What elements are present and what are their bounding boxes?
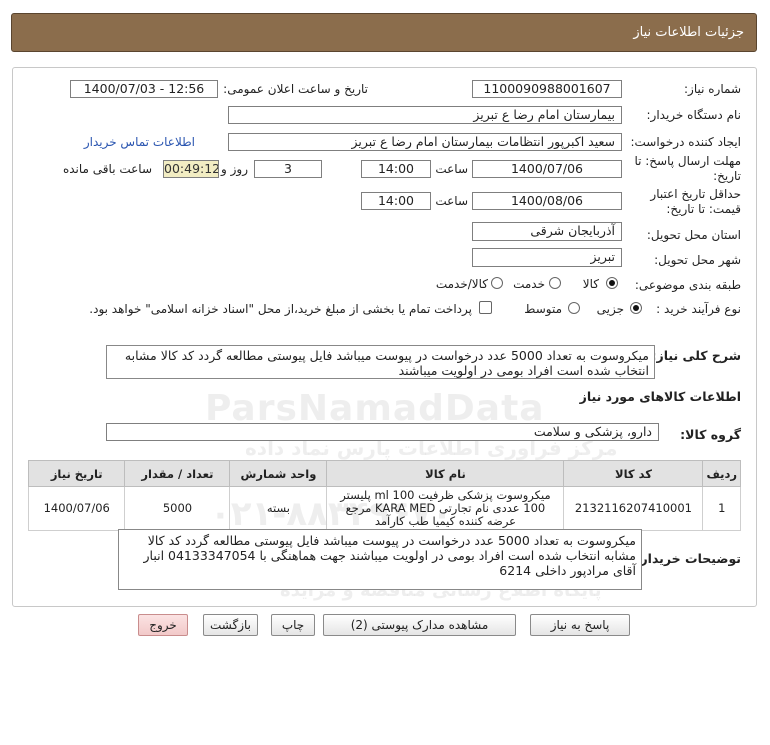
view-attachments-button[interactable]: مشاهده مدارک پیوستی (2) <box>323 614 516 636</box>
back-button[interactable]: بازگشت <box>203 614 258 636</box>
goods-table: ردیف کد کالا نام کالا واحد شمارش تعداد /… <box>27 460 741 531</box>
buyer-org-label: نام دستگاه خریدار: <box>646 108 742 122</box>
price-validity-label: حداقل تاریخ اعتبار قیمت: تا تاریخ: <box>650 187 741 216</box>
buyer-org-field: بیمارستان امام رضا ع تبریز <box>228 106 622 124</box>
need-number-field: 1100090988001607 <box>472 80 622 98</box>
delivery-province-label: استان محل تحویل: <box>646 228 741 242</box>
category-goods-label: کالا <box>582 277 599 291</box>
col-date: تاریخ نیاز <box>27 460 126 487</box>
purchase-radio-minor[interactable] <box>630 302 642 314</box>
announce-datetime-label: تاریخ و ساعت اعلان عمومی: <box>223 82 368 96</box>
category-radio-goods-service[interactable] <box>491 277 503 289</box>
category-goods-service-label: کالا/خدمت <box>435 277 488 291</box>
category-radio-service[interactable] <box>549 277 561 289</box>
reply-button[interactable]: پاسخ به نیاز <box>530 614 630 636</box>
category-service-label: خدمت <box>513 277 545 291</box>
buyer-contact-link[interactable]: اطلاعات تماس خریدار <box>84 135 195 149</box>
cell-date: 1400/07/06 <box>27 486 126 531</box>
announce-datetime-field: 1400/07/03 - 12:56 <box>70 80 218 98</box>
requester-label: ایجاد کننده درخواست: <box>630 135 741 149</box>
page-header: جزئیات اطلاعات نیاز <box>11 13 757 52</box>
col-qty: تعداد / مقدار <box>124 460 231 487</box>
purchase-medium-label: متوسط <box>524 302 562 316</box>
buyer-notes-box: میکروسوت به تعداد 5000 عدد درخواست در پی… <box>118 529 642 590</box>
general-description-label: شرح کلی نیاز: <box>651 348 741 363</box>
category-radio-goods[interactable] <box>606 277 618 289</box>
reply-date-field: 1400/07/06 <box>472 160 622 178</box>
col-name: نام کالا <box>326 460 565 487</box>
reply-time-label: ساعت <box>435 162 468 176</box>
treasury-note: پرداخت تمام یا بخشی از مبلغ خرید،از محل … <box>89 302 472 316</box>
col-unit: واحد شمارش <box>229 460 328 487</box>
col-index: ردیف <box>702 460 741 487</box>
delivery-city-label: شهر محل تحویل: <box>654 253 741 267</box>
buyer-notes-label: توضیحات خریدار: <box>635 551 741 566</box>
cell-name: میکروسوت پزشکی ظرفیت ml 100 پلیستر 100 ع… <box>326 486 565 531</box>
page-title: جزئیات اطلاعات نیاز <box>633 25 744 40</box>
need-number-label: شماره نیاز: <box>684 82 741 96</box>
validity-time-label: ساعت <box>435 194 468 208</box>
goods-group-field: دارو، پزشکی و سلامت <box>106 423 659 441</box>
reply-deadline-label: مهلت ارسال پاسخ: تا تاریخ: <box>634 154 741 183</box>
days-field: 3 <box>254 160 322 178</box>
remaining-time-field: 00:49:12 <box>163 160 219 178</box>
reply-time-field: 14:00 <box>361 160 431 178</box>
validity-time-field: 14:00 <box>361 192 431 210</box>
province-field: آذربایجان شرقی <box>472 222 622 241</box>
cell-unit: بسته <box>229 486 328 531</box>
city-field: تبریز <box>472 248 622 267</box>
goods-group-label: گروه کالا: <box>680 427 741 442</box>
purchase-type-label: نوع فرآیند خرید : <box>656 302 741 316</box>
print-button[interactable]: چاپ <box>271 614 315 636</box>
treasury-checkbox[interactable] <box>479 301 492 314</box>
validity-date-field: 1400/08/06 <box>472 192 622 210</box>
exit-button[interactable]: خروج <box>138 614 188 636</box>
requester-field: سعید اکبرپور انتظامات بیمارستان امام رضا… <box>228 133 622 151</box>
remaining-label: ساعت باقی مانده <box>62 162 152 176</box>
purchase-radio-medium[interactable] <box>568 302 580 314</box>
general-description-box: میکروسوت به تعداد 5000 عدد درخواست در پی… <box>106 345 655 379</box>
cell-index: 1 <box>702 486 741 531</box>
table-row: 1 2132116207410001 میکروسوت پزشکی ظرفیت … <box>27 486 741 531</box>
goods-info-heading: اطلاعات کالاهای مورد نیاز <box>579 389 741 404</box>
col-code: کد کالا <box>563 460 704 487</box>
day-and-label: روز و <box>221 162 248 176</box>
category-label: طبقه بندی موضوعی: <box>634 278 741 292</box>
table-header-row: ردیف کد کالا نام کالا واحد شمارش تعداد /… <box>27 460 741 487</box>
purchase-minor-label: جزیی <box>596 302 624 316</box>
cell-code: 2132116207410001 <box>563 486 704 531</box>
cell-qty: 5000 <box>124 486 231 531</box>
